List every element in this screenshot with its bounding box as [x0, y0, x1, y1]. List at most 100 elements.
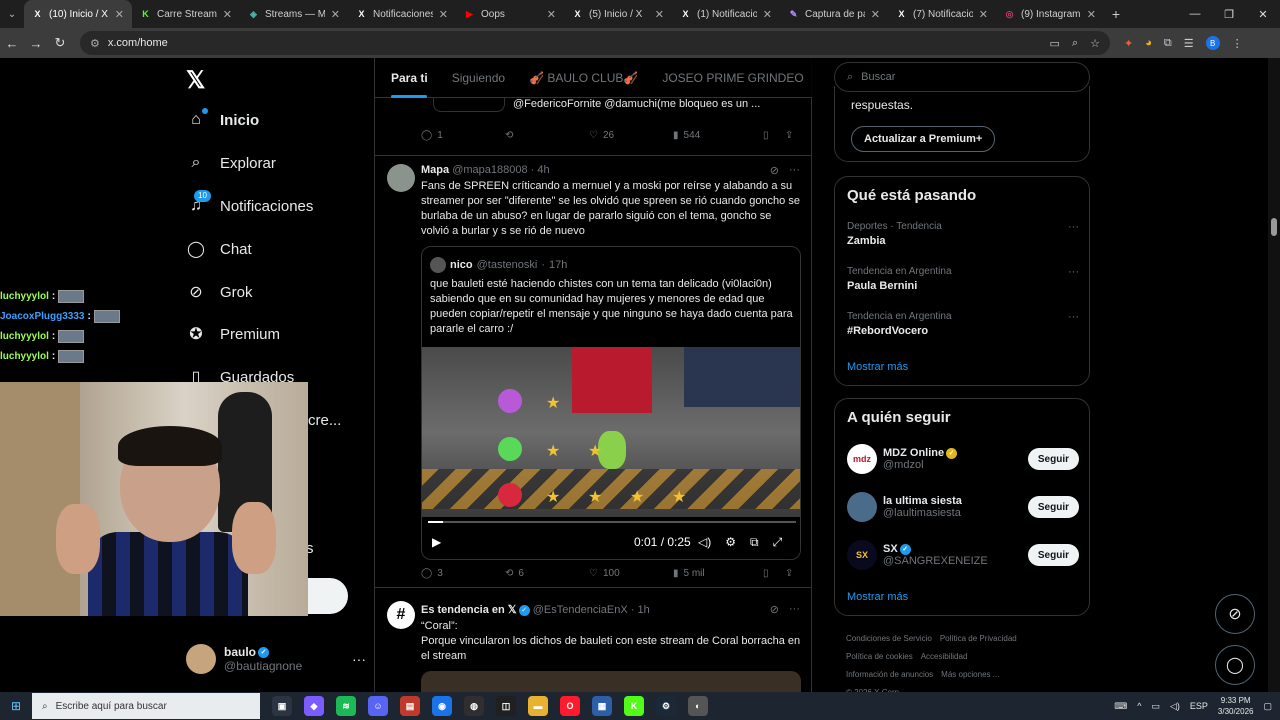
app-blue-icon[interactable]: ▦: [592, 696, 612, 716]
copilot-icon[interactable]: ◆: [304, 696, 324, 716]
extension-icon-2[interactable]: ◕: [1145, 37, 1152, 49]
discord-icon[interactable]: ☺: [368, 696, 388, 716]
avatar[interactable]: mdz: [847, 444, 877, 474]
repost-button[interactable]: ⟲ 6: [505, 568, 589, 579]
browser-tab[interactable]: X (5) Inicio / X ✕: [564, 0, 672, 28]
author-name[interactable]: Es tendencia en 𝕏: [421, 604, 517, 616]
settings-gear-icon[interactable]: ⚙: [725, 535, 736, 550]
browser-tab[interactable]: X Notificaciones / X ✕: [348, 0, 456, 28]
chrome-icon[interactable]: ◉: [432, 696, 452, 716]
timeline-tab[interactable]: 🎻 BAULO CLUB🎻: [513, 58, 646, 98]
extension-icon-1[interactable]: ✦: [1124, 37, 1133, 50]
more-icon[interactable]: ···: [1068, 266, 1079, 278]
follow-button[interactable]: Seguir: [1027, 448, 1079, 470]
forward-icon[interactable]: →: [24, 28, 48, 58]
avatar[interactable]: [387, 164, 415, 192]
follow-button[interactable]: Seguir: [1027, 496, 1079, 518]
browser-tab[interactable]: ▶ Oops ✕: [456, 0, 564, 28]
network-icon[interactable]: ▭: [1151, 701, 1160, 712]
virtual-mixer-icon[interactable]: ▤: [400, 696, 420, 716]
tab-close-icon[interactable]: ✕: [1087, 8, 1096, 21]
author-handle[interactable]: @mapa188008: [452, 164, 527, 176]
tab-close-icon[interactable]: ✕: [439, 8, 448, 21]
trend-item[interactable]: Tendencia en Argentina #RebordVocero ···: [847, 311, 1079, 337]
avatar[interactable]: [847, 492, 877, 522]
bookmark-star-icon[interactable]: ☆: [1090, 37, 1100, 50]
minimize-icon[interactable]: —: [1178, 0, 1212, 28]
cast-icon[interactable]: ▭: [1050, 37, 1060, 50]
language-indicator[interactable]: ESP: [1190, 701, 1208, 711]
upgrade-premium-button[interactable]: Actualizar a Premium+: [851, 126, 996, 152]
spotify-icon[interactable]: ≋: [336, 696, 356, 716]
video-player[interactable]: ★ ★ ★ ★ ★ ★ ★ ▶ 0:01 / 0:25 ◁) ⚙ ⧉ ⤢: [422, 347, 800, 559]
fullscreen-icon[interactable]: ⤢: [773, 535, 783, 550]
video-progress-bar[interactable]: [428, 521, 796, 523]
volume-icon[interactable]: ◁): [698, 535, 711, 550]
footer-link[interactable]: Política de Privacidad: [940, 634, 1017, 643]
share-button[interactable]: ⇪: [785, 568, 793, 579]
tab-close-icon[interactable]: ✕: [331, 8, 340, 21]
bookmark-button[interactable]: ▯: [763, 568, 785, 579]
post-time[interactable]: 1h: [637, 604, 649, 616]
footer-link[interactable]: Accesibilidad: [921, 652, 968, 661]
x-logo-icon[interactable]: 𝕏: [186, 66, 205, 95]
sidebar-item-explorar[interactable]: ⌕ Explorar: [186, 153, 276, 173]
views-button[interactable]: ▮ 544: [673, 130, 763, 141]
sidebar-item-notificaciones[interactable]: ♫ 10 Notificaciones: [186, 190, 313, 216]
scrollbar-thumb[interactable]: [1271, 218, 1277, 236]
opera-icon[interactable]: O: [560, 696, 580, 716]
browser-tab[interactable]: X (10) Inicio / X ✕: [24, 0, 132, 28]
repost-button[interactable]: ⟲: [505, 130, 589, 141]
browser-tab[interactable]: ✎ Captura de pantal ✕: [780, 0, 888, 28]
browser-tab[interactable]: X (7) Notificaciones ✕: [888, 0, 996, 28]
app-gray-icon[interactable]: ◐: [688, 696, 708, 716]
tab-close-icon[interactable]: ✕: [871, 8, 880, 21]
close-window-icon[interactable]: ✕: [1246, 0, 1280, 28]
grok-fab-icon[interactable]: ⊘: [1215, 594, 1255, 634]
tab-search-icon[interactable]: ⌄: [0, 0, 24, 28]
search-input[interactable]: ⌕ Buscar: [834, 62, 1090, 92]
play-icon[interactable]: ▶: [432, 535, 441, 549]
app-dark-icon[interactable]: ◫: [496, 696, 516, 716]
browser-menu-icon[interactable]: ⋮: [1232, 37, 1243, 50]
author-handle[interactable]: @EsTendenciaEnX: [533, 604, 628, 616]
obs-icon[interactable]: ◍: [464, 696, 484, 716]
browser-profile-avatar[interactable]: B: [1205, 36, 1220, 50]
notification-center-icon[interactable]: ▢: [1263, 701, 1272, 712]
avatar[interactable]: SX: [847, 540, 877, 570]
footer-link[interactable]: Información de anuncios: [846, 670, 933, 679]
site-info-icon[interactable]: ⚙: [90, 37, 100, 50]
hashtag-avatar-icon[interactable]: #: [387, 601, 415, 629]
more-icon[interactable]: ···: [1068, 311, 1079, 323]
reply-button[interactable]: ◯ 3: [421, 568, 505, 579]
author-name[interactable]: Mapa: [421, 164, 449, 176]
footer-link[interactable]: Política de cookies: [846, 652, 913, 661]
page-scrollbar[interactable]: [1268, 58, 1280, 692]
back-icon[interactable]: ←: [0, 28, 24, 58]
zoom-icon[interactable]: ⌕: [1072, 37, 1078, 50]
kick-icon[interactable]: K: [624, 696, 644, 716]
post-time[interactable]: 4h: [537, 164, 549, 176]
timeline-tab[interactable]: Para ti: [375, 58, 436, 98]
timeline-tab[interactable]: JOSEO PRIME GRINDEO: [646, 58, 811, 98]
like-button[interactable]: ♡ 26: [589, 130, 673, 141]
reply-button[interactable]: ◯ 1: [421, 130, 505, 141]
tab-close-icon[interactable]: ✕: [763, 8, 772, 21]
timeline-tab[interactable]: Siguiendo: [436, 58, 513, 98]
explorer-icon[interactable]: ▬: [528, 696, 548, 716]
more-icon[interactable]: ···: [789, 603, 800, 616]
post-media[interactable]: [421, 671, 801, 692]
tab-close-icon[interactable]: ✕: [979, 8, 988, 21]
post-mapa[interactable]: Mapa @mapa188008 · 4h ⊘ ··· Fans de SPREE…: [375, 156, 812, 588]
bookmark-button[interactable]: ▯: [763, 130, 785, 141]
tray-chevron-icon[interactable]: ^: [1137, 701, 1141, 711]
footer-link[interactable]: Más opciones ...: [941, 670, 999, 679]
task-view-icon[interactable]: ▣: [272, 696, 292, 716]
windows-start-icon[interactable]: ⊞: [0, 692, 32, 720]
sidebar-item-chat[interactable]: ◯ Chat: [186, 239, 252, 259]
footer-link[interactable]: Condiciones de Servicio: [846, 634, 932, 643]
more-icon[interactable]: ···: [789, 164, 800, 177]
trend-item[interactable]: Deportes · Tendencia Zambia ···: [847, 221, 1079, 247]
follow-button[interactable]: Seguir: [1027, 544, 1079, 566]
steam-icon[interactable]: ⚙: [656, 696, 676, 716]
